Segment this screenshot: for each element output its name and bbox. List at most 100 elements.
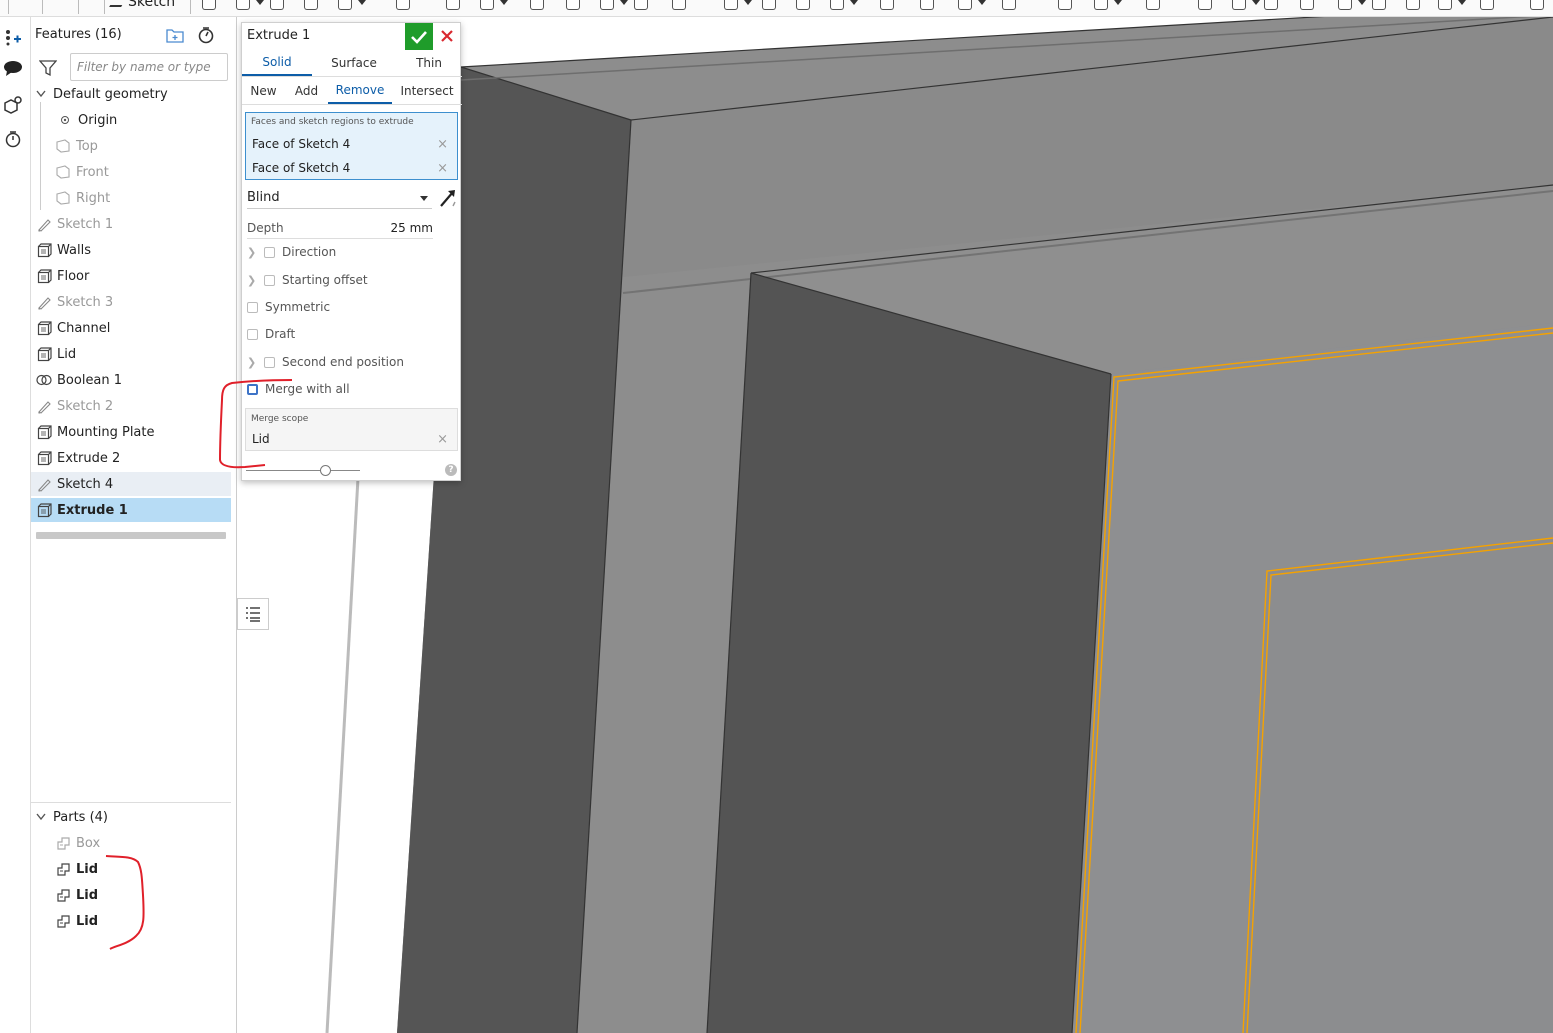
chevron-down-icon[interactable] bbox=[620, 0, 628, 5]
option-starting-offset[interactable]: ❯ Starting offset bbox=[247, 270, 368, 290]
toolbar-tool-icon[interactable] bbox=[202, 0, 216, 10]
tree-item-origin[interactable]: Origin bbox=[57, 108, 257, 132]
chevron-down-icon[interactable] bbox=[358, 0, 366, 5]
tab-thin[interactable]: Thin bbox=[396, 50, 462, 76]
tree-item-top-plane[interactable]: Top bbox=[55, 134, 255, 158]
toolbar-tool-icon[interactable] bbox=[600, 0, 614, 10]
tree-item-walls[interactable]: Walls bbox=[31, 238, 231, 262]
starting-offset-checkbox[interactable] bbox=[264, 274, 275, 286]
tree-item-boolean-1[interactable]: Boolean 1 bbox=[31, 368, 231, 392]
chevron-down-icon[interactable] bbox=[35, 811, 47, 823]
remove-selection-icon[interactable]: × bbox=[437, 161, 448, 176]
insert-feature-icon[interactable] bbox=[0, 25, 26, 49]
help-icon[interactable]: ? bbox=[445, 464, 457, 476]
direction-checkbox[interactable] bbox=[264, 246, 275, 258]
selection-item[interactable]: Face of Sketch 4 × bbox=[247, 133, 456, 155]
merge-with-all-checkbox[interactable] bbox=[247, 383, 258, 395]
add-folder-icon[interactable] bbox=[165, 25, 185, 45]
tab-solid[interactable]: Solid bbox=[242, 50, 312, 76]
toolbar-tool-icon[interactable] bbox=[480, 0, 494, 10]
toolbar-tool-icon[interactable] bbox=[1058, 0, 1072, 10]
toolbar-tool-icon[interactable] bbox=[724, 0, 738, 10]
default-geometry-group[interactable]: Default geometry bbox=[35, 82, 235, 106]
tree-item-lid[interactable]: Lid bbox=[31, 342, 231, 366]
tab-surface[interactable]: Surface bbox=[312, 50, 396, 76]
toolbar-tool-icon[interactable] bbox=[1530, 0, 1544, 10]
tree-item-mounting-plate[interactable]: Mounting Plate bbox=[31, 420, 231, 444]
part-item-lid[interactable]: Lid bbox=[31, 909, 231, 933]
chevron-down-icon[interactable] bbox=[1114, 0, 1122, 5]
part-item-box[interactable]: Box bbox=[31, 831, 231, 855]
tree-scrollbar[interactable] bbox=[36, 532, 226, 539]
faces-selection-box[interactable]: Faces and sketch regions to extrude Face… bbox=[245, 112, 458, 180]
toolbar-tool-icon[interactable] bbox=[530, 0, 544, 10]
toolbar-tool-icon[interactable] bbox=[566, 0, 580, 10]
toolbar-tool-icon[interactable] bbox=[958, 0, 972, 10]
chevron-down-icon[interactable] bbox=[744, 0, 752, 5]
toolbar-tool-icon[interactable] bbox=[830, 0, 844, 10]
chevron-down-icon[interactable] bbox=[35, 88, 47, 100]
option-direction[interactable]: ❯ Direction bbox=[247, 242, 336, 262]
toolbar-tool-icon[interactable] bbox=[236, 0, 250, 10]
chevron-down-icon[interactable] bbox=[1458, 0, 1466, 5]
comments-icon[interactable] bbox=[0, 56, 26, 80]
tree-item-extrude-1[interactable]: Extrude 1 bbox=[31, 498, 231, 522]
merge-scope-box[interactable]: Merge scope Lid × bbox=[245, 408, 458, 451]
part-item-lid[interactable]: Lid bbox=[31, 857, 231, 881]
lid-recess-face[interactable] bbox=[1242, 537, 1553, 1033]
remove-scope-icon[interactable]: × bbox=[437, 432, 448, 447]
toolbar-tool-icon[interactable] bbox=[396, 0, 410, 10]
history-timer-icon[interactable] bbox=[0, 127, 26, 151]
toolbar-tool-icon[interactable] bbox=[762, 0, 776, 10]
chevron-right-icon[interactable]: ❯ bbox=[247, 246, 257, 259]
symmetric-checkbox[interactable] bbox=[247, 301, 258, 313]
toolbar-tool-icon[interactable] bbox=[1300, 0, 1314, 10]
tab-new[interactable]: New bbox=[242, 78, 285, 104]
option-symmetric[interactable]: Symmetric bbox=[247, 297, 330, 317]
chevron-down-icon[interactable] bbox=[1252, 0, 1260, 5]
chevron-right-icon[interactable]: ❯ bbox=[247, 356, 257, 369]
toolbar-tool-icon[interactable] bbox=[796, 0, 810, 10]
tab-add[interactable]: Add bbox=[285, 78, 328, 104]
chevron-down-icon[interactable] bbox=[978, 0, 986, 5]
toolbar-tool-icon[interactable] bbox=[1480, 0, 1494, 10]
filter-icon[interactable] bbox=[38, 59, 58, 77]
preview-slider-track[interactable] bbox=[246, 470, 360, 471]
depth-field[interactable]: Depth 25 mm bbox=[247, 217, 433, 239]
depth-value[interactable]: 25 mm bbox=[391, 221, 433, 235]
tree-item-right-plane[interactable]: Right bbox=[55, 186, 255, 210]
parts-gear-icon[interactable] bbox=[0, 93, 26, 117]
toolbar-tool-icon[interactable] bbox=[1264, 0, 1278, 10]
tree-item-front-plane[interactable]: Front bbox=[55, 160, 255, 184]
remove-selection-icon[interactable]: × bbox=[437, 137, 448, 152]
feature-list-toggle[interactable] bbox=[237, 598, 269, 630]
option-draft[interactable]: Draft bbox=[247, 324, 295, 344]
chevron-down-icon[interactable] bbox=[256, 0, 264, 5]
cancel-button[interactable] bbox=[438, 25, 456, 47]
toolbar-tool-icon[interactable] bbox=[304, 0, 318, 10]
toolbar-tool-icon[interactable] bbox=[338, 0, 352, 10]
toolbar-tool-icon[interactable] bbox=[1338, 0, 1352, 10]
toolbar-tool-icon[interactable] bbox=[1146, 0, 1160, 10]
end-type-select[interactable]: Blind bbox=[247, 187, 432, 209]
toolbar-tool-icon[interactable] bbox=[1438, 0, 1452, 10]
tree-item-channel[interactable]: Channel bbox=[31, 316, 231, 340]
rollback-timer-icon[interactable] bbox=[196, 25, 216, 45]
toolbar-tool-icon[interactable] bbox=[880, 0, 894, 10]
toolbar-tool-icon[interactable] bbox=[1372, 0, 1386, 10]
toolbar-tool-icon[interactable] bbox=[920, 0, 934, 10]
toolbar-tool-icon[interactable] bbox=[1232, 0, 1246, 10]
draft-checkbox[interactable] bbox=[247, 328, 258, 340]
selection-item[interactable]: Face of Sketch 4 × bbox=[247, 157, 456, 179]
accept-button[interactable] bbox=[405, 23, 433, 50]
preview-slider-thumb[interactable] bbox=[320, 465, 331, 476]
option-second-end-position[interactable]: ❯ Second end position bbox=[247, 352, 404, 372]
flip-direction-icon[interactable] bbox=[439, 188, 457, 208]
tree-item-floor[interactable]: Floor bbox=[31, 264, 231, 288]
toolbar-tool-icon[interactable] bbox=[634, 0, 648, 10]
toolbar-tool-icon[interactable] bbox=[672, 0, 686, 10]
toolbar-tool-icon[interactable] bbox=[446, 0, 460, 10]
tree-item-sketch-2[interactable]: Sketch 2 bbox=[31, 394, 231, 418]
chevron-down-icon[interactable] bbox=[850, 0, 858, 5]
chevron-down-icon[interactable] bbox=[500, 0, 508, 5]
